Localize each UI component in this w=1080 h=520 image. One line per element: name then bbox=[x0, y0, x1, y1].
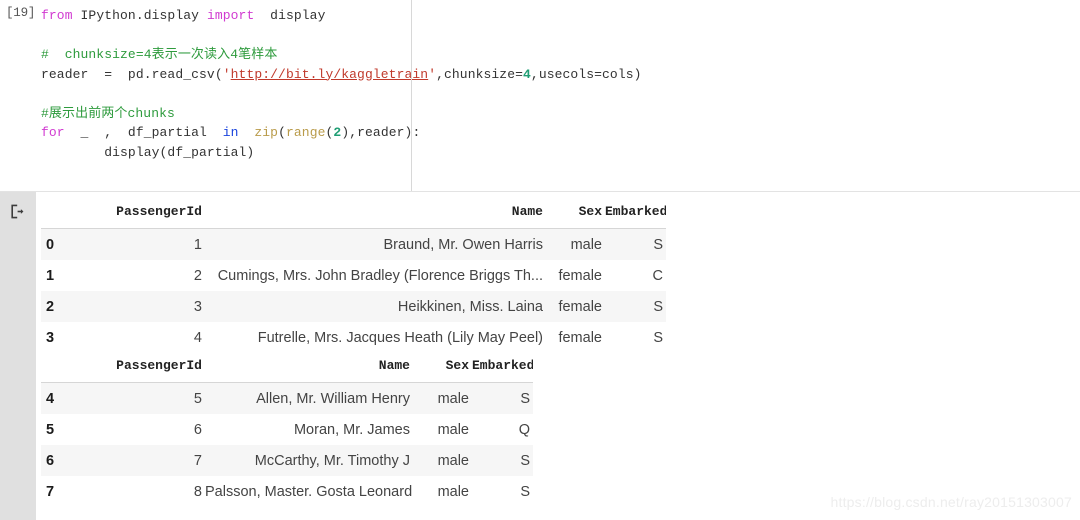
cell-passengerid: 8 bbox=[75, 476, 205, 507]
cell-passengerid: 5 bbox=[75, 382, 205, 414]
output-gutter bbox=[0, 192, 36, 520]
code-token: range bbox=[286, 125, 326, 140]
cell-embarked: S bbox=[605, 291, 666, 322]
code-token: ' bbox=[222, 66, 231, 82]
column-header-sex: Sex bbox=[546, 195, 605, 229]
table-row: 4 5 Allen, Mr. William Henry male S bbox=[41, 382, 533, 414]
cell-sex: male bbox=[413, 414, 472, 445]
cell-sex: male bbox=[546, 228, 605, 260]
column-header-name: Name bbox=[205, 195, 546, 229]
dataframe-table-chunk-2: PassengerId Name Sex Embarked 4 5 Allen,… bbox=[41, 349, 533, 507]
cell-index: 6 bbox=[41, 445, 75, 476]
code-token: display bbox=[254, 8, 326, 23]
cell-sex: female bbox=[546, 260, 605, 291]
dataframe-table-chunk-1: PassengerId Name Sex Embarked 0 1 Braund… bbox=[41, 195, 666, 353]
cell-name: Cumings, Mrs. John Bradley (Florence Bri… bbox=[205, 260, 546, 291]
notebook-output-area: PassengerId Name Sex Embarked 0 1 Braund… bbox=[0, 192, 1080, 520]
column-header-index bbox=[41, 195, 75, 229]
cell-name: Braund, Mr. Owen Harris bbox=[205, 228, 546, 260]
cell-sex: male bbox=[413, 382, 472, 414]
cell-embarked: S bbox=[605, 228, 666, 260]
cell-name: Moran, Mr. James bbox=[205, 414, 413, 445]
code-token: ' bbox=[428, 66, 437, 82]
table-header-row: PassengerId Name Sex Embarked bbox=[41, 349, 533, 383]
cell-passengerid: 2 bbox=[75, 260, 205, 291]
cell-passengerid: 1 bbox=[75, 228, 205, 260]
code-token: ),reader): bbox=[341, 125, 421, 140]
watermark-text: https://blog.csdn.net/ray20151303007 bbox=[830, 494, 1072, 510]
code-token: reader = pd.read_csv( bbox=[41, 66, 223, 82]
cell-index: 1 bbox=[41, 260, 75, 291]
code-token: 4 bbox=[523, 66, 531, 82]
code-token: for bbox=[41, 125, 65, 140]
column-header-passengerid: PassengerId bbox=[75, 349, 205, 383]
table-row: 7 8 Palsson, Master. Gosta Leonard male … bbox=[41, 476, 533, 507]
cell-name: Palsson, Master. Gosta Leonard bbox=[205, 476, 413, 507]
code-token: in bbox=[222, 125, 239, 140]
cell-embarked: S bbox=[472, 382, 533, 414]
column-header-embarked: Embarked bbox=[605, 195, 666, 229]
code-token: #展示出前两个chunks bbox=[41, 105, 175, 121]
output-arrow-icon bbox=[11, 204, 24, 219]
code-token: ,usecols=cols) bbox=[530, 66, 642, 82]
code-token: ,chunksize= bbox=[436, 66, 524, 82]
cell-embarked: S bbox=[472, 445, 533, 476]
cell-name: Heikkinen, Miss. Laina bbox=[205, 291, 546, 322]
table-row: 5 6 Moran, Mr. James male Q bbox=[41, 414, 533, 445]
table-row: 6 7 McCarthy, Mr. Timothy J male S bbox=[41, 445, 533, 476]
column-header-sex: Sex bbox=[413, 349, 472, 383]
column-header-embarked: Embarked bbox=[472, 349, 533, 383]
cell-embarked: S bbox=[472, 476, 533, 507]
code-token: _ , df_partial bbox=[64, 125, 223, 140]
cell-passengerid: 6 bbox=[75, 414, 205, 445]
cell-passengerid: 3 bbox=[75, 291, 205, 322]
code-token: http://bit.ly/kaggletrain bbox=[230, 66, 429, 82]
table-row: 1 2 Cumings, Mrs. John Bradley (Florence… bbox=[41, 260, 666, 291]
table-row: 2 3 Heikkinen, Miss. Laina female S bbox=[41, 291, 666, 322]
cell-name: Allen, Mr. William Henry bbox=[205, 382, 413, 414]
cell-embarked: Q bbox=[472, 414, 533, 445]
code-token: zip bbox=[254, 125, 279, 140]
code-token: # chunksize=4表示一次读入4笔样本 bbox=[41, 47, 278, 62]
code-token: IPython.display bbox=[72, 8, 207, 23]
cell-index: 4 bbox=[41, 382, 75, 414]
cell-sex: female bbox=[546, 291, 605, 322]
code-token: ( bbox=[278, 125, 286, 140]
cell-index: 7 bbox=[41, 476, 75, 507]
cell-sex: male bbox=[413, 476, 472, 507]
code-token: import bbox=[206, 8, 255, 23]
cell-index: 2 bbox=[41, 291, 75, 322]
output-content: PassengerId Name Sex Embarked 0 1 Braund… bbox=[36, 192, 1080, 520]
cell-sex: male bbox=[413, 445, 472, 476]
code-cell-vertical-rule bbox=[411, 0, 412, 191]
column-header-name: Name bbox=[205, 349, 413, 383]
cell-index: 0 bbox=[41, 228, 75, 260]
cell-index: 5 bbox=[41, 414, 75, 445]
column-header-passengerid: PassengerId bbox=[75, 195, 205, 229]
cell-embarked: C bbox=[605, 260, 666, 291]
cell-embarked: S bbox=[605, 322, 666, 353]
execution-count-prompt: [19] bbox=[6, 6, 36, 20]
column-header-index bbox=[41, 349, 75, 383]
cell-sex: female bbox=[546, 322, 605, 353]
code-editor-source[interactable]: from IPython.display import display # ch… bbox=[41, 6, 642, 162]
cell-passengerid: 7 bbox=[75, 445, 205, 476]
notebook-code-cell[interactable]: [19] from IPython.display import display… bbox=[0, 0, 1080, 192]
code-token: display(df_partial) bbox=[41, 144, 255, 160]
code-token: from bbox=[41, 8, 73, 23]
cell-name: McCarthy, Mr. Timothy J bbox=[205, 445, 413, 476]
table-row: 0 1 Braund, Mr. Owen Harris male S bbox=[41, 228, 666, 260]
table-header-row: PassengerId Name Sex Embarked bbox=[41, 195, 666, 229]
